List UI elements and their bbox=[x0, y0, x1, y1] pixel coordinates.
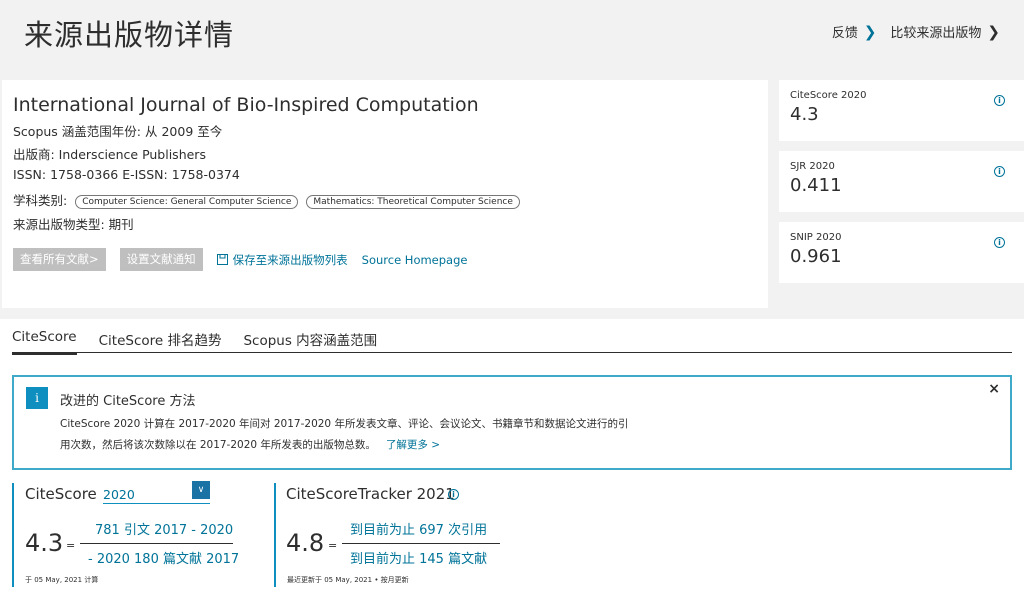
info-icon[interactable]: i bbox=[994, 237, 1005, 248]
info-icon[interactable]: i bbox=[994, 166, 1005, 177]
notice-title: 改进的 CiteScore 方法 bbox=[60, 394, 196, 409]
citescore-section: CiteScore CiteScore 排名趋势 Scopus 内容涵盖范围 i… bbox=[0, 319, 1024, 596]
last-updated: 最近更新于 05 May, 2021 • 按月更新 bbox=[287, 576, 409, 584]
tracker-title: CiteScoreTracker 2021 bbox=[286, 485, 455, 503]
issn: ISSN: 1758-0366 E-ISSN: 1758-0374 bbox=[13, 167, 240, 182]
equals-sign: = bbox=[66, 539, 76, 552]
documents-link[interactable]: - 2020 180 篇文献 2017 bbox=[88, 548, 239, 567]
subject-area: 学科类别: Computer Science: General Computer… bbox=[13, 190, 520, 209]
citescore-calculation: CiteScore 2020 ∨ 4.3 = 781 引文 2017 - 202… bbox=[12, 481, 247, 587]
notice-body-text: 用次数，然后将该次数除以在 2017-2020 年所发表的出版物总数。 bbox=[60, 439, 376, 451]
citescore-year-value: 2020 bbox=[103, 487, 135, 502]
citescore-title: CiteScore bbox=[25, 485, 97, 503]
notice-body-line: 用次数，然后将该次数除以在 2017-2020 年所发表的出版物总数。 了解更多… bbox=[60, 435, 660, 456]
close-icon[interactable]: × bbox=[988, 381, 1000, 397]
set-alert-button[interactable]: 设置文献通知 bbox=[119, 248, 203, 271]
notice-body-line: CiteScore 2020 计算在 2017-2020 年间对 2017-20… bbox=[60, 418, 629, 430]
compare-sources-link[interactable]: 比较来源出版物 ❯ bbox=[890, 22, 1000, 42]
compare-label: 比较来源出版物 bbox=[890, 26, 982, 41]
tracker-value: 4.8 bbox=[286, 529, 325, 557]
save-to-list-label: 保存至来源出版物列表 bbox=[232, 252, 348, 267]
journal-title: International Journal of Bio-Inspired Co… bbox=[13, 94, 479, 116]
learn-more-link[interactable]: 了解更多 > bbox=[386, 439, 440, 451]
calculated-date: 于 05 May, 2021 计算 bbox=[25, 576, 99, 584]
metric-label: CiteScore 2020 bbox=[790, 90, 867, 101]
action-row: 查看所有文献> 设置文献通知 保存至来源出版物列表 Source Homepag… bbox=[13, 248, 467, 271]
feedback-label: 反馈 bbox=[831, 26, 858, 41]
metric-value: 4.3 bbox=[790, 104, 819, 125]
citescore-year-select[interactable]: 2020 ∨ bbox=[103, 481, 210, 504]
page-header: 来源出版物详情 反馈 ❯ 比较来源出版物 ❯ bbox=[0, 0, 1024, 66]
chevron-right-icon: ❯ bbox=[863, 22, 877, 41]
source-homepage-link[interactable]: Source Homepage bbox=[362, 253, 468, 267]
info-icon: i bbox=[26, 387, 48, 409]
citations-link[interactable]: 781 引文 2017 - 2020 bbox=[95, 519, 233, 538]
save-to-list-link[interactable]: 保存至来源出版物列表 bbox=[216, 252, 348, 268]
citescore-value: 4.3 bbox=[25, 529, 64, 557]
chevron-right-icon: ❯ bbox=[987, 22, 1000, 41]
info-icon[interactable]: i bbox=[994, 95, 1005, 106]
info-icon[interactable]: i bbox=[448, 489, 459, 500]
metric-value: 0.411 bbox=[790, 175, 842, 196]
equals-sign: = bbox=[328, 539, 338, 552]
metric-snip: SNIP 2020 0.961 i bbox=[779, 222, 1024, 283]
page-title: 来源出版物详情 bbox=[24, 18, 235, 52]
metric-label: SJR 2020 bbox=[790, 161, 835, 172]
metric-sjr: SJR 2020 0.411 i bbox=[779, 151, 1024, 212]
citescore-tracker: CiteScoreTracker 2021 i 4.8 = 到目前为止 697 … bbox=[274, 483, 514, 587]
methodology-notice: i 改进的 CiteScore 方法 CiteScore 2020 计算在 20… bbox=[12, 375, 1012, 470]
tracker-documents-link[interactable]: 到目前为止 145 篇文献 bbox=[350, 548, 487, 567]
metric-citescore: CiteScore 2020 4.3 i bbox=[779, 80, 1024, 141]
fraction-line bbox=[342, 543, 500, 544]
notice-body: CiteScore 2020 计算在 2017-2020 年间对 2017-20… bbox=[60, 414, 660, 456]
feedback-link[interactable]: 反馈 ❯ bbox=[831, 22, 877, 42]
subject-chip[interactable]: Computer Science: General Computer Scien… bbox=[75, 194, 299, 209]
fraction-line bbox=[80, 543, 233, 544]
header-links: 反馈 ❯ 比较来源出版物 ❯ bbox=[831, 22, 1000, 42]
coverage-years: Scopus 涵盖范围年份: 从 2009 至今 bbox=[13, 124, 223, 139]
save-icon bbox=[216, 254, 228, 265]
source-type: 来源出版物类型: 期刊 bbox=[13, 217, 134, 232]
metric-label: SNIP 2020 bbox=[790, 232, 842, 243]
view-all-documents-button[interactable]: 查看所有文献> bbox=[13, 248, 106, 271]
journal-info-card: International Journal of Bio-Inspired Co… bbox=[2, 80, 768, 308]
tracker-citations-link[interactable]: 到目前为止 697 次引用 bbox=[350, 519, 487, 538]
tabs-divider bbox=[12, 352, 1012, 353]
metric-value: 0.961 bbox=[790, 246, 842, 267]
publisher: 出版商: Inderscience Publishers bbox=[13, 147, 206, 162]
subject-chip[interactable]: Mathematics: Theoretical Computer Scienc… bbox=[306, 194, 520, 209]
chevron-down-icon[interactable]: ∨ bbox=[192, 481, 210, 499]
subject-label: 学科类别: bbox=[13, 193, 68, 208]
